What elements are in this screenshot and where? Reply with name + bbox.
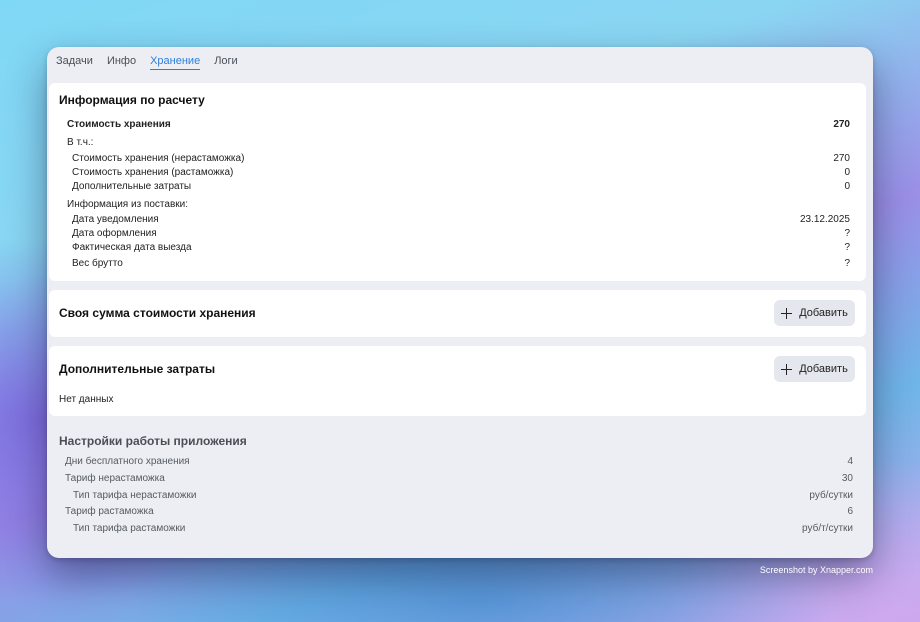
empty-state-text: Нет данных — [59, 394, 114, 405]
tab-logs[interactable]: Логи — [214, 54, 238, 70]
own-sum-card: Своя сумма стоимости хранения Добавить — [49, 290, 866, 337]
app-window: Задачи Инфо Хранение Логи Информация по … — [47, 47, 873, 558]
delivery-value: ? — [844, 242, 850, 253]
tab-storage[interactable]: Хранение — [150, 54, 201, 70]
cost-item-value: 270 — [833, 153, 850, 164]
cost-item-value: 0 — [844, 167, 850, 178]
settings-title: Настройки работы приложения — [59, 434, 247, 448]
total-value: 270 — [833, 119, 850, 130]
settings-row: Тип тарифа нерастаможки руб/сутки — [47, 490, 873, 504]
settings-value: 6 — [847, 506, 853, 517]
add-extra-cost-button[interactable]: Добавить — [774, 356, 855, 382]
plus-icon — [781, 363, 793, 375]
total-row: Стоимость хранения 270 — [49, 119, 866, 133]
calc-info-card: Информация по расчету Стоимость хранения… — [49, 83, 866, 281]
settings-value: 4 — [847, 456, 853, 467]
delivery-row: Фактическая дата выезда ? — [49, 242, 866, 256]
settings-row: Тариф растаможка 6 — [47, 506, 873, 520]
total-label: Стоимость хранения — [67, 119, 171, 130]
incl-row: В т.ч.: — [49, 137, 866, 151]
cost-item-row: Стоимость хранения (нерастаможка) 270 — [49, 153, 866, 167]
watermark: Screenshot by Xnapper.com — [759, 565, 873, 575]
own-sum-title: Своя сумма стоимости хранения — [59, 306, 256, 320]
delivery-value: 23.12.2025 — [799, 214, 850, 225]
extra-costs-card: Дополнительные затраты Добавить Нет данн… — [49, 346, 866, 416]
settings-row: Тип тарифа растаможки руб/т/сутки — [47, 523, 873, 537]
empty-state-row: Нет данных — [49, 394, 866, 408]
cost-item-row: Дополнительные затраты 0 — [49, 181, 866, 195]
delivery-header-label: Информация из поставки: — [67, 199, 189, 210]
settings-label: Дни бесплатного хранения — [65, 456, 190, 467]
delivery-value: ? — [844, 258, 850, 269]
delivery-row: Дата уведомления 23.12.2025 — [49, 214, 866, 228]
delivery-header-row: Информация из поставки: — [49, 199, 866, 213]
delivery-row: Вес брутто ? — [49, 258, 866, 272]
settings-value: руб/сутки — [809, 490, 853, 501]
add-own-sum-button[interactable]: Добавить — [774, 300, 855, 326]
add-button-label: Добавить — [799, 363, 848, 375]
delivery-label: Дата уведомления — [72, 214, 159, 225]
settings-row: Дни бесплатного хранения 4 — [47, 456, 873, 470]
delivery-row: Дата оформления ? — [49, 228, 866, 242]
delivery-label: Вес брутто — [72, 258, 123, 269]
settings-label: Тариф нерастаможка — [65, 473, 165, 484]
settings-label: Тип тарифа растаможки — [73, 523, 186, 534]
settings-row: Тариф нерастаможка 30 — [47, 473, 873, 487]
delivery-label: Дата оформления — [72, 228, 157, 239]
cost-item-label: Стоимость хранения (нерастаможка) — [72, 153, 245, 164]
settings-value: 30 — [841, 473, 853, 484]
delivery-label: Фактическая дата выезда — [72, 242, 192, 253]
settings-value: руб/т/сутки — [802, 523, 853, 534]
add-button-label: Добавить — [799, 307, 848, 319]
calc-info-title: Информация по расчету — [59, 93, 205, 107]
cost-item-row: Стоимость хранения (растаможка) 0 — [49, 167, 866, 181]
tab-bar: Задачи Инфо Хранение Логи — [56, 54, 238, 70]
tab-info[interactable]: Инфо — [107, 54, 136, 70]
incl-label: В т.ч.: — [67, 137, 94, 148]
plus-icon — [781, 307, 793, 319]
tab-tasks[interactable]: Задачи — [56, 54, 93, 70]
delivery-value: ? — [844, 228, 850, 239]
settings-label: Тип тарифа нерастаможки — [73, 490, 197, 501]
cost-item-value: 0 — [844, 181, 850, 192]
extra-costs-title: Дополнительные затраты — [59, 362, 216, 376]
cost-item-label: Стоимость хранения (растаможка) — [72, 167, 234, 178]
cost-item-label: Дополнительные затраты — [72, 181, 192, 192]
settings-label: Тариф растаможка — [65, 506, 154, 517]
